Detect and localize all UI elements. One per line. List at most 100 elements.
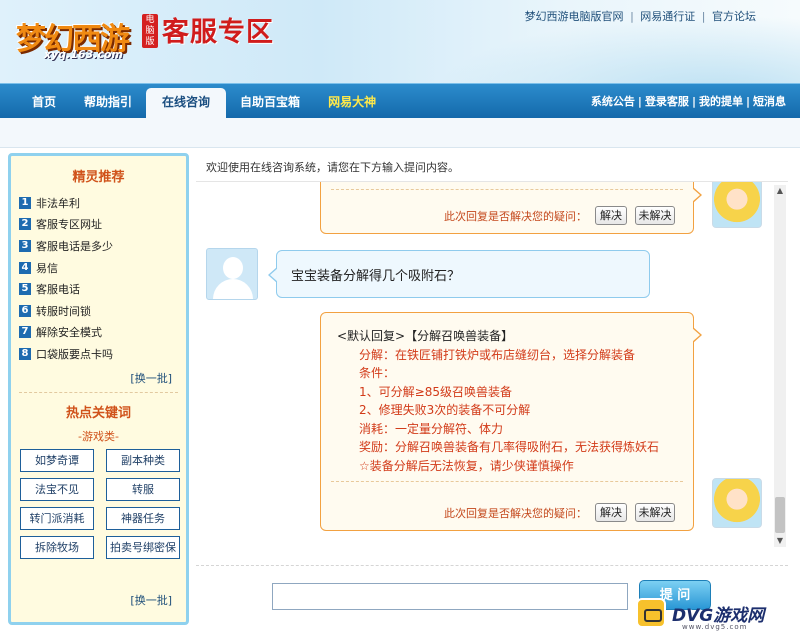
separator: | xyxy=(691,95,696,108)
list-item[interactable]: 5 客服电话 xyxy=(19,278,186,300)
separator: | xyxy=(745,95,750,108)
site-header: 梦幻西游 电脑版 xyq.163.com 客服专区 梦幻西游电脑版官网 | 网易… xyxy=(0,0,800,83)
list-item[interactable]: 4 易信 xyxy=(19,257,186,279)
number-badge: 5 xyxy=(19,283,31,296)
keyword-button[interactable]: 副本种类 xyxy=(106,448,180,472)
solved-button[interactable]: 解决 xyxy=(595,206,627,225)
chat-scrollbar[interactable]: ▲ ▼ xyxy=(774,185,786,547)
logo-url: xyq.163.com xyxy=(44,48,123,61)
feedback-prompt: 此次回复是否解决您的疑问： xyxy=(444,506,587,520)
sidebar: 精灵推荐 1 非法牟利 2 客服专区网址 3 客服电话是多少 4 易信 5 客服电话 6转… xyxy=(8,153,189,625)
keyword-button[interactable]: 法宝不见 xyxy=(20,477,94,501)
number-badge: 2 xyxy=(19,218,31,231)
reply-line: ☆装备分解后无法恢复，请少侠谨慎操作 xyxy=(359,458,574,473)
list-item[interactable]: 3 客服电话是多少 xyxy=(19,235,186,257)
tab-online-consult[interactable]: 在线咨询 xyxy=(146,88,227,119)
avatar-head xyxy=(223,257,243,279)
question-input[interactable] xyxy=(272,583,628,610)
bubble-pointer xyxy=(692,187,702,203)
keyword-button[interactable]: 转门派消耗 xyxy=(20,506,94,530)
keyword-button[interactable]: 如梦奇谭 xyxy=(20,448,94,472)
link-passport[interactable]: 网易通行证 xyxy=(640,10,695,23)
bot-avatar xyxy=(712,182,762,228)
list-item[interactable]: 7 解除安全模式 xyxy=(19,322,186,344)
logo-badge: 电脑版 xyxy=(142,14,158,48)
hot-keywords-title: 热点关键词 xyxy=(65,405,131,421)
link-official-site[interactable]: 梦幻西游电脑版官网 xyxy=(525,10,624,23)
separator: | xyxy=(701,10,706,23)
link-login-service[interactable]: 登录客服 xyxy=(645,95,689,108)
reply-line: 分解：在铁匠铺打铁炉或布店缝纫台，选择分解装备 xyxy=(359,347,636,362)
avatar-body xyxy=(213,279,253,299)
keyword-button[interactable]: 转服 xyxy=(106,477,180,501)
bot-reply-bubble: 此次回复是否解决您的疑问： 解决 未解决 xyxy=(320,182,702,234)
keyword-button[interactable]: 拍卖号绑密保 xyxy=(106,535,180,559)
chat-history[interactable]: 此次回复是否解决您的疑问： 解决 未解决 宝宝装备分解得几个吸附石？ <默认回复… xyxy=(196,181,788,557)
unsolved-button[interactable]: 未解决 xyxy=(635,206,675,225)
scroll-up-icon[interactable]: ▲ xyxy=(774,185,786,197)
list-item[interactable]: 6 转服时间锁 xyxy=(19,300,186,322)
list-item[interactable]: 2 客服专区网址 xyxy=(19,214,186,236)
sub-bar xyxy=(0,118,800,148)
watermark-url: www.dvg5.com xyxy=(682,623,748,631)
feedback-prompt: 此次回复是否解决您的疑问： xyxy=(444,209,587,223)
reply-line: 2、修理失败3次的装备不可分解 xyxy=(359,403,531,417)
solved-button[interactable]: 解决 xyxy=(595,503,627,522)
page-title: 客服专区 xyxy=(162,17,274,48)
bubble-pointer xyxy=(268,267,278,283)
keyword-button[interactable]: 拆除牧场 xyxy=(20,535,94,559)
bot-reply-bubble: <默认回复>【分解召唤兽装备】 分解：在铁匠铺打铁炉或布店缝纫台，选择分解装备 … xyxy=(320,312,702,531)
site-watermark: DVG游戏网 www.dvg5.com xyxy=(636,597,792,631)
game-logo[interactable]: 梦幻西游 电脑版 xyq.163.com xyxy=(6,4,158,66)
unsolved-button[interactable]: 未解决 xyxy=(635,503,675,522)
keyword-button[interactable]: 神器任务 xyxy=(106,506,180,530)
divider xyxy=(331,481,683,482)
tab-netease-dashen[interactable]: 网易大神 xyxy=(314,84,390,119)
number-badge: 8 xyxy=(19,347,31,360)
scrollbar-thumb[interactable] xyxy=(775,497,785,533)
list-item[interactable]: 1 非法牟利 xyxy=(19,192,186,214)
nav-right-links: 系统公告 | 登录客服 | 我的提单 | 短消息 xyxy=(591,84,786,119)
list-item-label: 客服电话 xyxy=(36,283,80,297)
category-label: -游戏类- xyxy=(78,429,119,443)
reply-line: 1、可分解≥85级召唤兽装备 xyxy=(359,384,512,399)
feedback-row: 此次回复是否解决您的疑问： 解决 未解决 xyxy=(444,206,675,225)
divider xyxy=(19,391,178,393)
top-links: 梦幻西游电脑版官网 | 网易通行证 | 官方论坛 xyxy=(525,8,756,24)
divider xyxy=(331,189,683,190)
list-item-label: 口袋版要点卡吗 xyxy=(36,347,113,361)
link-messages[interactable]: 短消息 xyxy=(753,95,786,108)
watermark-text: DVG游戏网 xyxy=(672,605,765,626)
list-item-label: 易信 xyxy=(36,261,58,275)
number-badge: 7 xyxy=(19,326,31,339)
user-avatar xyxy=(206,248,258,300)
tab-home[interactable]: 首页 xyxy=(18,84,70,119)
reply-content: <默认回复>【分解召唤兽装备】 分解：在铁匠铺打铁炉或布店缝纫台，选择分解装备 … xyxy=(337,327,659,475)
reply-title: <默认回复>【分解召唤兽装备】 xyxy=(337,329,514,343)
link-announcement[interactable]: 系统公告 xyxy=(591,95,635,108)
scroll-down-icon[interactable]: ▼ xyxy=(774,535,786,547)
list-item[interactable]: 8 口袋版要点卡吗 xyxy=(19,343,186,365)
user-question-text: 宝宝装备分解得几个吸附石？ xyxy=(291,269,461,284)
chat-panel: 欢迎使用在线咨询系统，请您在下方输入提问内容。 此次回复是否解决您的疑问： 解决… xyxy=(196,153,788,625)
bot-avatar xyxy=(712,478,762,528)
separator: | xyxy=(637,95,642,108)
tab-help[interactable]: 帮助指引 xyxy=(70,84,146,119)
list-item-label: 解除安全模式 xyxy=(36,326,102,340)
recommend-title: 精灵推荐 xyxy=(72,170,125,185)
user-question-bubble: 宝宝装备分解得几个吸附石？ xyxy=(268,250,650,298)
refresh-keywords-link[interactable]: [换一批] xyxy=(130,592,172,608)
link-forum[interactable]: 官方论坛 xyxy=(712,10,756,23)
gamepad-icon xyxy=(636,598,666,628)
list-item-label: 转服时间锁 xyxy=(36,304,91,318)
link-my-tickets[interactable]: 我的提单 xyxy=(699,95,743,108)
reply-line: 奖励：分解召唤兽装备有几率得吸附石，无法获得炼妖石 xyxy=(359,440,660,454)
tab-self-service[interactable]: 自助百宝箱 xyxy=(226,84,314,119)
number-badge: 3 xyxy=(19,239,31,252)
recommend-list: 1 非法牟利 2 客服专区网址 3 客服电话是多少 4 易信 5 客服电话 6 转服时间锁 … xyxy=(11,188,186,365)
keyword-grid: 如梦奇谭 副本种类 法宝不见 转服 转门派消耗 神器任务 拆除牧场 拍卖号绑密保 xyxy=(11,444,186,559)
refresh-recommend-link[interactable]: [换一批] xyxy=(11,370,186,385)
reply-line: 条件： xyxy=(359,366,396,380)
bubble-pointer xyxy=(692,327,702,343)
number-badge: 4 xyxy=(19,261,31,274)
